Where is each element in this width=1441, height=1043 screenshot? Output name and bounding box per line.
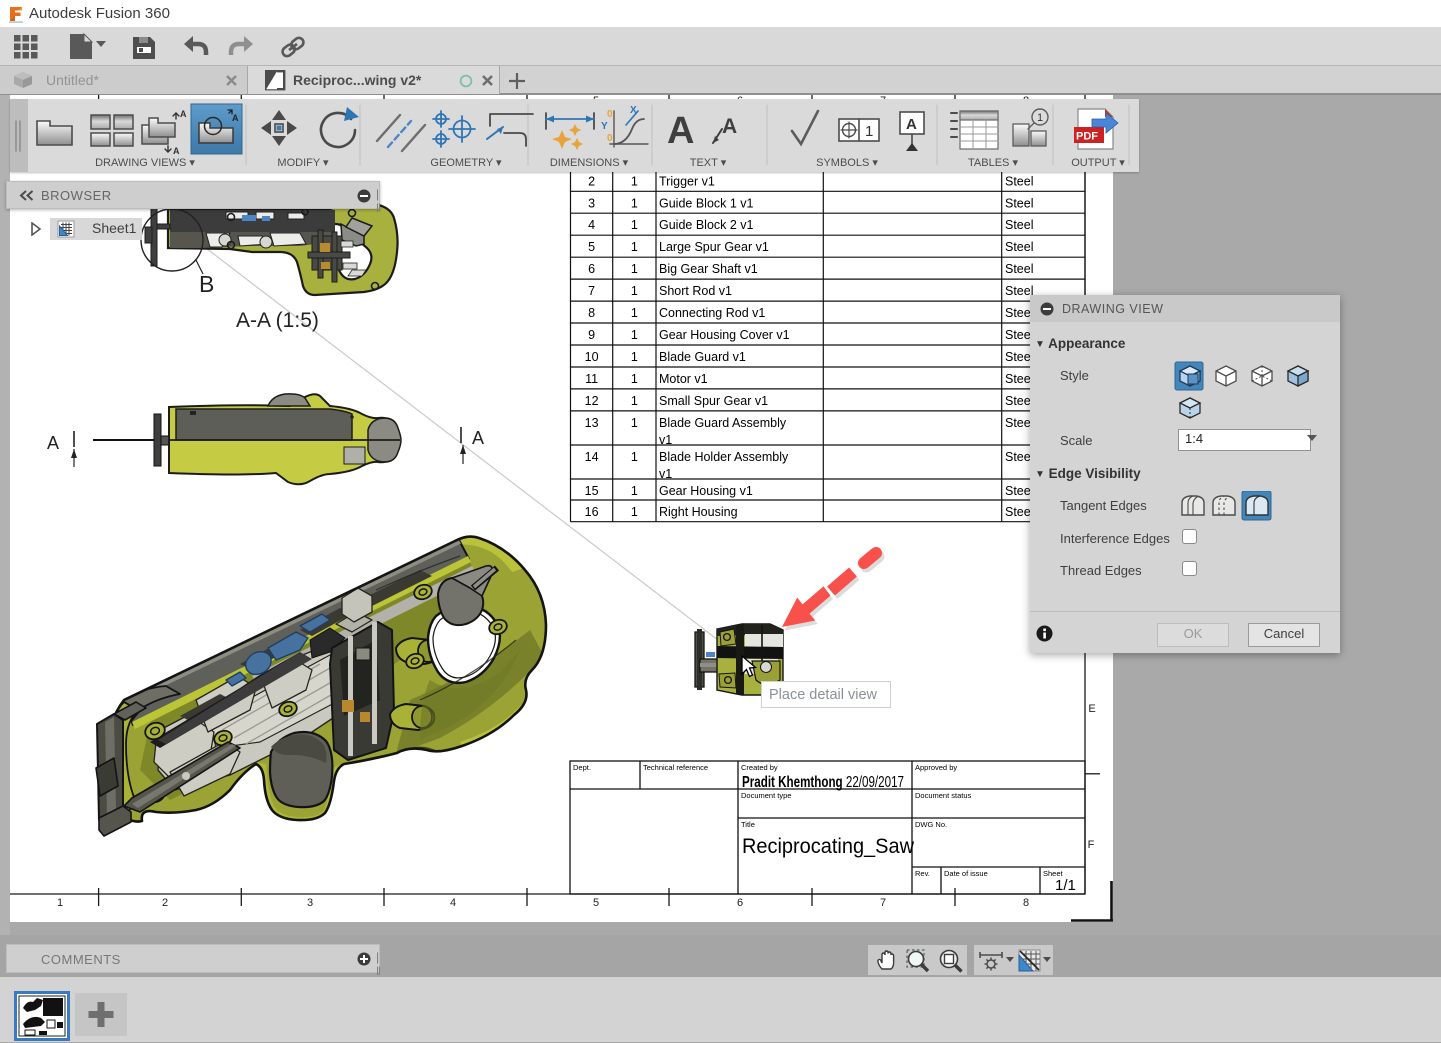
svg-text:A: A [180,109,187,119]
svg-text:1: 1 [1037,112,1043,124]
svg-text:PDF: PDF [1076,131,1098,143]
svg-text:1: 1 [865,123,873,140]
svg-text:B: B [199,271,214,297]
svg-text:A: A [47,433,59,453]
svg-text:A: A [472,428,484,448]
svg-text:Y: Y [601,121,608,132]
svg-text:A: A [232,113,239,123]
svg-text:A: A [906,116,917,133]
svg-text:0: 0 [607,109,613,120]
svg-text:0: 0 [607,133,613,144]
svg-text:A-A (1:5): A-A (1:5) [236,309,319,332]
svg-text:A: A [722,115,737,138]
svg-text:Place detail view: Place detail view [769,687,878,703]
svg-text:A: A [667,110,694,152]
svg-text:A: A [173,146,180,156]
